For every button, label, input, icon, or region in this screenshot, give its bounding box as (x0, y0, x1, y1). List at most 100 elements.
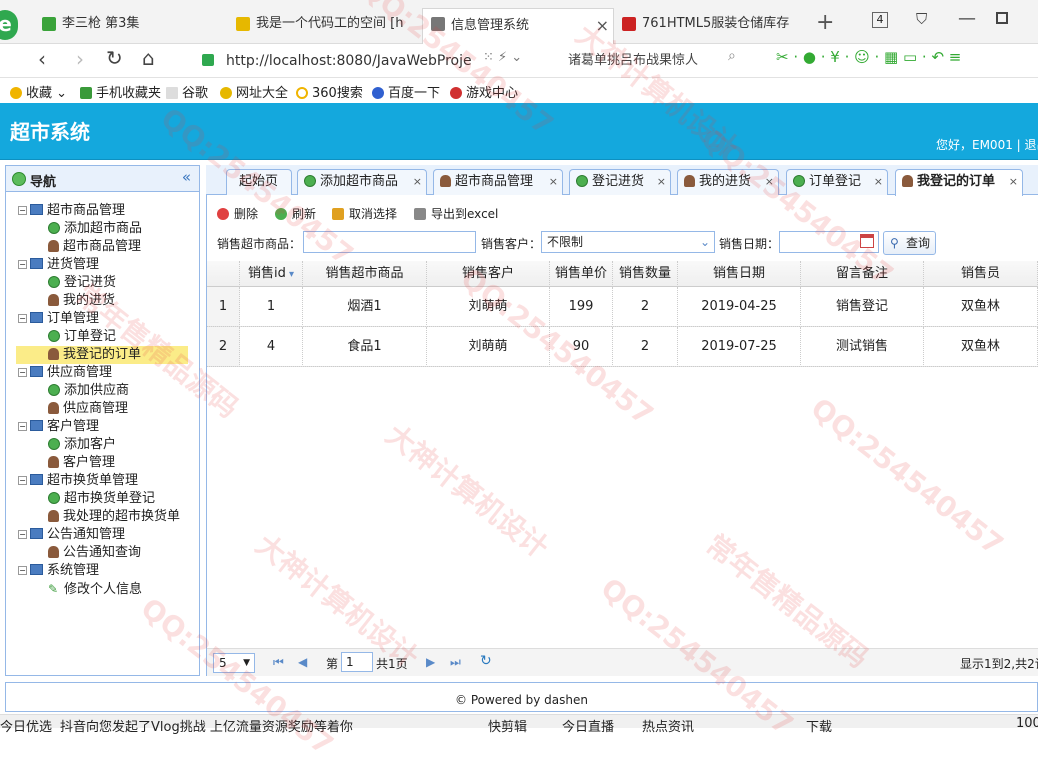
chevron-down-icon[interactable]: ⌄ (700, 232, 710, 252)
shirt-icon[interactable]: ⛉ (916, 10, 927, 28)
status-item[interactable]: 抖音向您发起了Vlog挑战 上亿流量资源奖励等着你 (60, 716, 353, 735)
nav-group[interactable]: − 订单管理 (18, 310, 99, 328)
tab-order-register[interactable]: 订单登记 × (786, 169, 888, 195)
last-page-icon[interactable]: ⏭ (450, 655, 461, 670)
collapse-toggle-icon[interactable]: − (18, 422, 27, 431)
bookmark-mobile[interactable]: 手机收藏夹 (80, 82, 161, 101)
tab-add-product[interactable]: 添加超市商品 × (297, 169, 427, 195)
collapse-toggle-icon[interactable]: − (18, 476, 27, 485)
nav-item[interactable]: 添加客户 (48, 436, 116, 454)
column-header[interactable]: 留言备注 (801, 261, 924, 287)
prev-page-icon[interactable]: ◀ (298, 655, 307, 669)
nav-item[interactable]: ✎ 修改个人信息 (48, 580, 142, 598)
collapse-toggle-icon[interactable]: − (18, 530, 27, 539)
delete-button[interactable]: 删除 (217, 205, 258, 222)
column-header[interactable]: 销售单价 (550, 261, 613, 287)
nav-group[interactable]: − 客户管理 (18, 418, 99, 436)
zoom-level[interactable]: 100 (1016, 716, 1038, 731)
maximize-icon[interactable] (996, 12, 1008, 24)
close-tab-icon[interactable]: × (549, 170, 558, 194)
nav-item[interactable]: 供应商管理 (48, 400, 128, 418)
nav-group[interactable]: − 超市商品管理 (18, 202, 125, 220)
status-item[interactable]: 今日直播 (562, 716, 614, 735)
close-tab-icon[interactable]: × (657, 170, 666, 194)
nav-group[interactable]: − 公告通知管理 (18, 526, 125, 544)
collapse-toggle-icon[interactable]: − (18, 566, 27, 575)
tab-home[interactable]: 起始页 (226, 169, 292, 195)
next-page-icon[interactable]: ▶ (426, 655, 435, 669)
tab-my-purchase[interactable]: 我的进货 × (677, 169, 779, 195)
nav-item[interactable]: 添加超市商品 (48, 220, 142, 238)
nav-group[interactable]: − 系统管理 (18, 562, 99, 580)
forward-icon[interactable]: › (76, 47, 84, 71)
close-tab-icon[interactable]: × (874, 170, 883, 194)
reload-icon[interactable]: ↻ (106, 46, 123, 70)
nav-item[interactable]: 超市换货单登记 (48, 490, 155, 508)
bookmark-hao[interactable]: 网址大全 (220, 82, 288, 101)
bookmark-favorites[interactable]: 收藏 ⌄ (10, 82, 67, 101)
nav-item[interactable]: 登记进货 (48, 274, 116, 292)
column-header[interactable]: 销售日期 (678, 261, 801, 287)
grid-icon[interactable]: ⁙ ⚡ ⌄ (483, 50, 522, 65)
nav-item[interactable]: 添加供应商 (48, 382, 129, 400)
customer-select[interactable]: 不限制 ⌄ (541, 231, 715, 253)
sort-icon[interactable]: ▾ (286, 269, 294, 280)
nav-item[interactable]: 我的进货 (48, 292, 115, 310)
collapse-toggle-icon[interactable]: − (18, 260, 27, 269)
bookmark-google[interactable]: 谷歌 (166, 82, 208, 101)
nav-item[interactable]: 客户管理 (48, 454, 115, 472)
tab-my-orders[interactable]: 我登记的订单 × (895, 169, 1023, 196)
page-number-input[interactable]: 1 (341, 652, 373, 672)
query-button[interactable]: ⚲ 查询 (883, 231, 936, 255)
browser-tab-4[interactable]: 761HTML5服装仓储库存 (620, 9, 790, 39)
column-header[interactable]: 销售id ▾ (240, 261, 303, 287)
bookmark-games[interactable]: 游戏中心 (450, 82, 518, 101)
first-page-icon[interactable]: ⏮ (273, 655, 284, 670)
status-item[interactable]: 下载 (806, 716, 832, 735)
collapse-toggle-icon[interactable]: − (18, 206, 27, 215)
collapse-toggle-icon[interactable]: − (18, 314, 27, 323)
bookmark-baidu[interactable]: 百度一下 (372, 82, 440, 101)
welcome-text[interactable]: 您好，EM001 | 退出 (936, 136, 1038, 153)
close-tab-icon[interactable]: × (413, 170, 422, 194)
page-size-select[interactable]: 5 ▼ (213, 653, 255, 673)
home-icon[interactable]: ⌂ (142, 46, 155, 70)
column-header[interactable]: 销售超市商品 (303, 261, 427, 287)
close-tab-icon[interactable]: × (596, 9, 609, 43)
nav-group[interactable]: − 超市换货单管理 (18, 472, 138, 490)
status-item[interactable]: 热点资讯 (642, 716, 694, 735)
close-tab-icon[interactable]: × (1009, 170, 1018, 194)
back-icon[interactable]: ‹ (38, 47, 46, 71)
new-tab-button[interactable]: + (816, 10, 834, 35)
browser-tab-active[interactable]: 信息管理系统 × (422, 8, 614, 44)
collapse-icon[interactable]: « (182, 168, 191, 186)
tab-register-purchase[interactable]: 登记进货 × (569, 169, 671, 195)
nav-item[interactable]: 我登记的订单 (16, 346, 188, 364)
product-filter-input[interactable] (303, 231, 476, 253)
export-button[interactable]: 导出到excel (414, 205, 498, 222)
column-header[interactable]: 销售数量 (613, 261, 678, 287)
bookmark-360[interactable]: 360搜索 (296, 82, 363, 101)
tab-count-badge[interactable]: 4 (872, 12, 888, 28)
extension-icons[interactable]: ✂ · ● · ¥ · ☺ · ▦ ▭ · ↶ ≡ (776, 48, 961, 66)
refresh-button[interactable]: 刷新 (275, 205, 316, 222)
collapse-toggle-icon[interactable]: − (18, 368, 27, 377)
close-tab-icon[interactable]: × (765, 170, 774, 194)
browser-search-input[interactable]: 诸葛单挑吕布战果惊人 (568, 50, 738, 72)
nav-item[interactable]: 公告通知查询 (48, 544, 141, 562)
reload-icon[interactable]: ↻ (480, 653, 492, 669)
nav-group[interactable]: − 供应商管理 (18, 364, 112, 382)
nav-item[interactable]: 我处理的超市换货单 (48, 508, 180, 526)
column-header[interactable]: 销售员 (924, 261, 1038, 287)
nav-item[interactable]: 超市商品管理 (48, 238, 141, 256)
browser-tab-1[interactable]: 李三枪 第3集 (40, 9, 218, 39)
column-header[interactable]: 销售客户 (427, 261, 550, 287)
minimize-icon[interactable]: — (958, 8, 976, 29)
cancel-select-button[interactable]: 取消选择 (332, 205, 397, 222)
status-item[interactable]: 快剪辑 (488, 716, 527, 735)
nav-item[interactable]: 订单登记 (48, 328, 116, 346)
tab-product-manage[interactable]: 超市商品管理 × (433, 169, 563, 195)
search-icon[interactable]: ⌕ (728, 48, 736, 64)
nav-group[interactable]: − 进货管理 (18, 256, 99, 274)
status-item[interactable]: 今日优选 (0, 716, 52, 735)
